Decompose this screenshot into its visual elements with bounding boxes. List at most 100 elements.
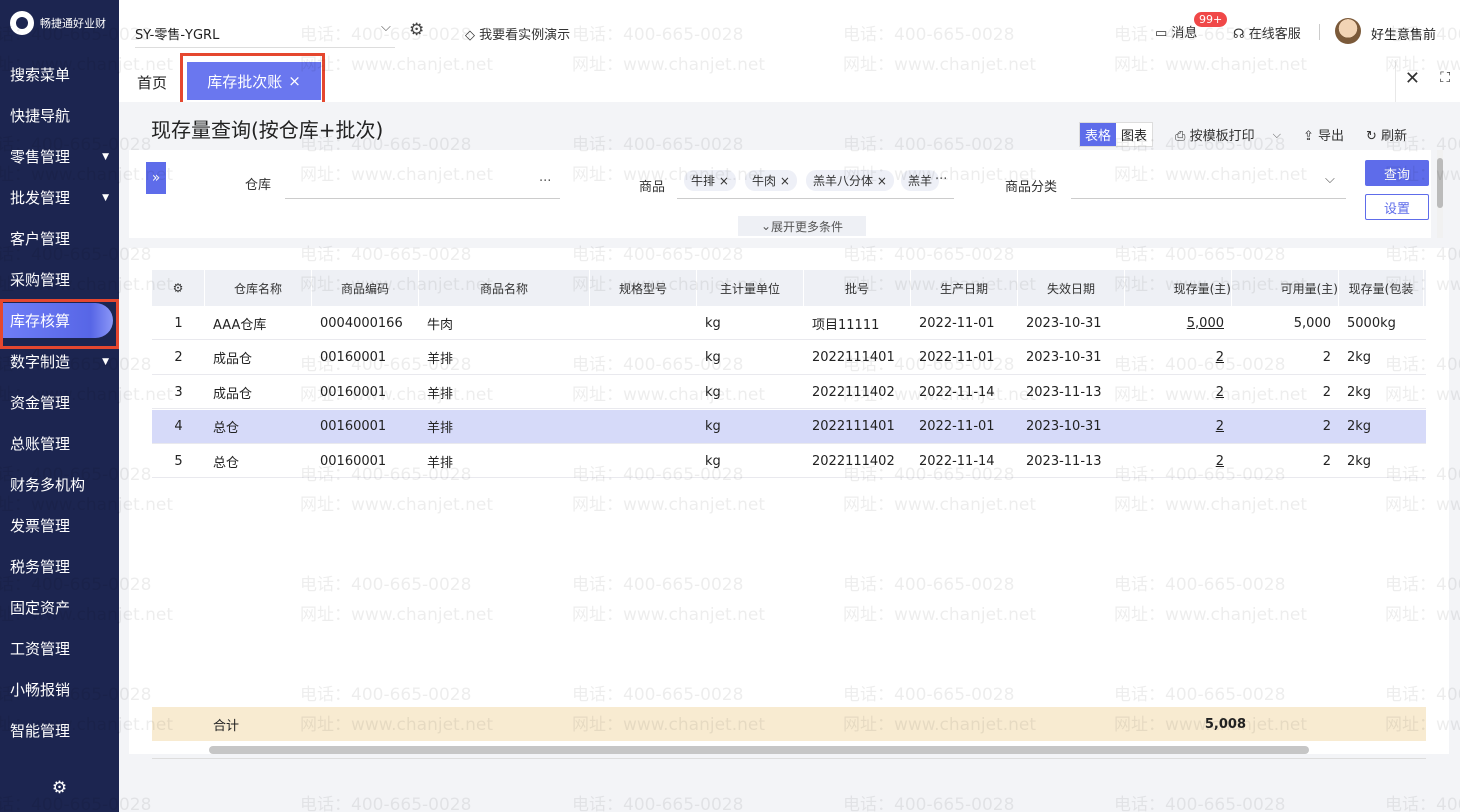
sidebar-item[interactable]: 总账管理 <box>0 423 119 464</box>
sidebar-item[interactable]: 固定资产 <box>0 587 119 628</box>
table-row[interactable]: 3 成品仓 00160001 羊排 kg 2022111402 2022-11-14 2023… <box>152 375 1426 409</box>
table-row[interactable]: 5 总仓 00160001 羊排 kg 2022111402 2022-11-14 2023-… <box>152 444 1426 478</box>
settings-button[interactable]: 设置 <box>1365 194 1429 220</box>
table-cell: 2022111401 <box>812 350 895 365</box>
avatar[interactable] <box>1335 18 1361 44</box>
user-name[interactable]: 好生意售前 <box>1371 24 1436 43</box>
table-cell: 2kg <box>1347 453 1372 469</box>
sidebar-item-label: 固定资产 <box>10 599 71 617</box>
total-row: 合计 5,008 <box>152 707 1426 741</box>
stock-qty-link[interactable]: 2 <box>1125 444 1232 478</box>
chevron-down-icon[interactable]: ⌵ <box>381 20 391 35</box>
divider <box>1319 24 1320 40</box>
stock-qty-link[interactable]: 2 <box>1125 341 1232 375</box>
close-all-tabs-icon[interactable]: ✕ <box>1405 68 1420 89</box>
column-header[interactable]: 可用量(主) <box>1232 270 1339 306</box>
online-service-button[interactable]: ☊ 在线客服 <box>1233 23 1301 42</box>
query-button[interactable]: 查询 <box>1365 160 1429 186</box>
stock-qty-link[interactable]: 2 <box>1125 375 1232 409</box>
column-header[interactable]: 批号 <box>804 270 911 306</box>
warehouse-input[interactable] <box>285 198 560 199</box>
view-toggle: 表格 图表 <box>1079 122 1154 147</box>
sidebar-item[interactable]: 资金管理 <box>0 382 119 423</box>
print-dropdown-chevron-icon[interactable]: ⌵ <box>1273 128 1281 142</box>
export-label: 导出 <box>1317 129 1344 144</box>
data-table: ⚙ 仓库名称 商品编码 商品名称 规格型号 主计量单位 批号 生产日期 失效日期 现存量(主) 可用… <box>129 248 1449 759</box>
filter-scrollbar[interactable] <box>1437 150 1443 238</box>
category-chevron-down-icon[interactable]: ⌵ <box>1325 172 1335 187</box>
sidebar-item[interactable]: 零售管理 ▼ <box>0 136 119 177</box>
table-cell: 4 <box>174 419 183 434</box>
sidebar-item[interactable]: 税务管理 <box>0 546 119 587</box>
column-header[interactable]: 现存量(包装 <box>1339 270 1424 306</box>
column-header[interactable]: 商品编码 <box>312 270 419 306</box>
table-cell: 2 <box>1322 350 1331 365</box>
goods-chip[interactable]: 牛排 × <box>684 170 736 191</box>
table-cell: 2022-11-01 <box>919 315 995 331</box>
column-header[interactable]: 失效日期 <box>1018 270 1125 306</box>
sidebar-item[interactable]: 智能管理 <box>0 710 119 751</box>
sidebar-item[interactable]: 批发管理 ▼ <box>0 177 119 218</box>
settings-gear-icon[interactable]: ⚙ <box>0 778 119 798</box>
table-row[interactable]: 1 AAA仓库 0004000166 牛肉 kg 项目11111 2022-11-01 202… <box>152 306 1426 340</box>
goods-chip[interactable]: 羔羊八分体 × <box>806 170 894 191</box>
sidebar-item-label: 智能管理 <box>10 722 71 740</box>
org-selector[interactable]: SY-零售-YGRL <box>135 24 219 43</box>
export-button[interactable]: ⇪ 导出 <box>1303 125 1344 144</box>
table-cell: 2kg <box>1347 419 1372 434</box>
table-row[interactable]: 4 总仓 00160001 羊排 kg 2022111401 2022-11-01 2023-… <box>152 409 1426 444</box>
logo[interactable]: 畅捷通好业财 <box>0 0 119 46</box>
sidebar-item[interactable]: 小畅报销 <box>0 669 119 710</box>
sidebar-item-label: 客户管理 <box>10 230 71 248</box>
caret-down-icon: ▼ <box>102 151 109 162</box>
table-cell <box>590 444 697 478</box>
print-button[interactable]: ⎙ 按模板打印 <box>1175 125 1255 144</box>
total-label: 合计 <box>213 718 240 734</box>
column-header[interactable]: 规格型号 <box>590 270 697 306</box>
sidebar-item[interactable]: 客户管理 <box>0 218 119 259</box>
settings-icon[interactable]: ⚙ <box>409 20 424 40</box>
sidebar-item[interactable]: 发票管理 <box>0 505 119 546</box>
sidebar-item[interactable]: 快捷导航 <box>0 95 119 136</box>
table-cell: kg <box>705 350 721 365</box>
view-table-button[interactable]: 表格 <box>1080 123 1117 146</box>
logo-text: 畅捷通好业财 <box>40 17 106 30</box>
sidebar-item-label: 库存核算 <box>10 312 71 330</box>
stock-qty-link[interactable]: 2 <box>1125 410 1232 444</box>
sidebar-item[interactable]: 搜索菜单 <box>0 54 119 95</box>
message-button[interactable]: ▭ 消息 <box>1155 22 1197 41</box>
goods-more-icon[interactable]: ··· <box>935 172 947 187</box>
demo-link[interactable]: ◇ 我要看实例演示 <box>465 24 570 43</box>
fullscreen-icon[interactable]: ⛶ <box>1440 70 1450 86</box>
expand-more-conditions-button[interactable]: ⌄ 展开更多条件 <box>738 216 866 236</box>
column-header[interactable]: 主计量单位 <box>697 270 804 306</box>
refresh-button[interactable]: ↻ 刷新 <box>1366 125 1407 144</box>
goods-input[interactable] <box>677 198 954 199</box>
column-settings-icon[interactable]: ⚙ <box>152 270 205 306</box>
sidebar-item-label: 工资管理 <box>10 640 71 658</box>
total-value: 5,008 <box>1204 716 1246 732</box>
table-cell: 2022-11-14 <box>919 453 995 469</box>
column-header[interactable]: 生产日期 <box>911 270 1018 306</box>
table-cell: 5,000 <box>1293 315 1331 331</box>
sidebar-item[interactable]: 工资管理 <box>0 628 119 669</box>
horizontal-scrollbar[interactable] <box>209 746 1309 754</box>
view-chart-button[interactable]: 图表 <box>1116 123 1152 146</box>
warehouse-more-icon[interactable]: ··· <box>539 174 551 189</box>
column-header[interactable]: 仓库名称 <box>205 270 312 306</box>
column-header[interactable]: 商品名称 <box>419 270 590 306</box>
sidebar-item[interactable]: 财务多机构 <box>0 464 119 505</box>
sidebar-item[interactable]: 采购管理 <box>0 259 119 300</box>
table-row[interactable]: 2 成品仓 00160001 羊排 kg 2022111401 2022-11-01 2023… <box>152 341 1426 375</box>
table-cell: kg <box>705 384 721 400</box>
goods-chip[interactable]: 羔羊 <box>901 170 940 191</box>
table-cell: 成品仓 <box>213 352 253 367</box>
category-select[interactable] <box>1071 198 1346 199</box>
goods-chip[interactable]: 牛肉 × <box>745 170 797 191</box>
column-header[interactable]: 现存量(主) <box>1125 270 1232 306</box>
table-cell: 2kg <box>1347 384 1372 400</box>
sidebar-item-label: 零售管理 <box>10 148 71 166</box>
tab-home[interactable]: 首页 <box>137 72 167 93</box>
stock-qty-link[interactable]: 5,000 <box>1125 306 1232 340</box>
expand-panel-icon[interactable]: » <box>146 162 166 194</box>
